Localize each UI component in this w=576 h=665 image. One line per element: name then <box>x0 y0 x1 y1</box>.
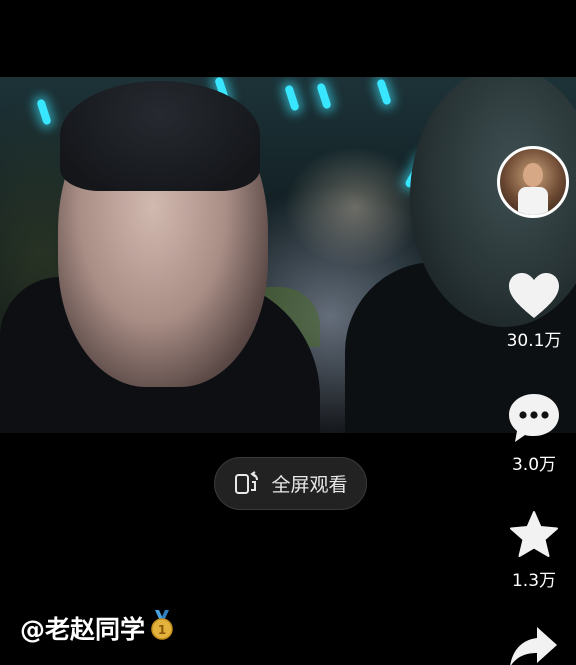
rotate-phone-icon <box>233 468 261 500</box>
glow-stick <box>284 84 300 112</box>
favorite-count: 1.3万 <box>511 571 557 591</box>
author-avatar[interactable] <box>497 146 569 218</box>
comment-button[interactable]: 3.0万 <box>498 392 570 475</box>
comment-count: 3.0万 <box>511 455 557 475</box>
glow-stick <box>316 82 332 110</box>
like-button[interactable]: 30.1万 <box>498 272 570 351</box>
person-left-cap <box>60 81 260 191</box>
medal-icon: 1 <box>149 609 175 647</box>
fullscreen-label: 全屏观看 <box>271 474 348 496</box>
like-count: 30.1万 <box>506 331 562 351</box>
favorite-button[interactable]: 1.3万 <box>498 510 570 591</box>
star-icon <box>498 510 570 560</box>
share-icon <box>498 625 570 665</box>
glow-stick <box>376 78 392 106</box>
svg-text:1: 1 <box>158 623 166 637</box>
caption-clipped <box>22 655 492 665</box>
author-username[interactable]: @老赵同学 1 <box>20 609 175 647</box>
comment-icon <box>498 392 570 444</box>
glow-stick <box>36 98 52 126</box>
video-player[interactable] <box>0 77 576 433</box>
share-button[interactable] <box>498 625 570 665</box>
heart-icon <box>498 272 570 320</box>
username-text: @老赵同学 <box>20 615 146 644</box>
fullscreen-button[interactable]: 全屏观看 <box>214 457 367 510</box>
